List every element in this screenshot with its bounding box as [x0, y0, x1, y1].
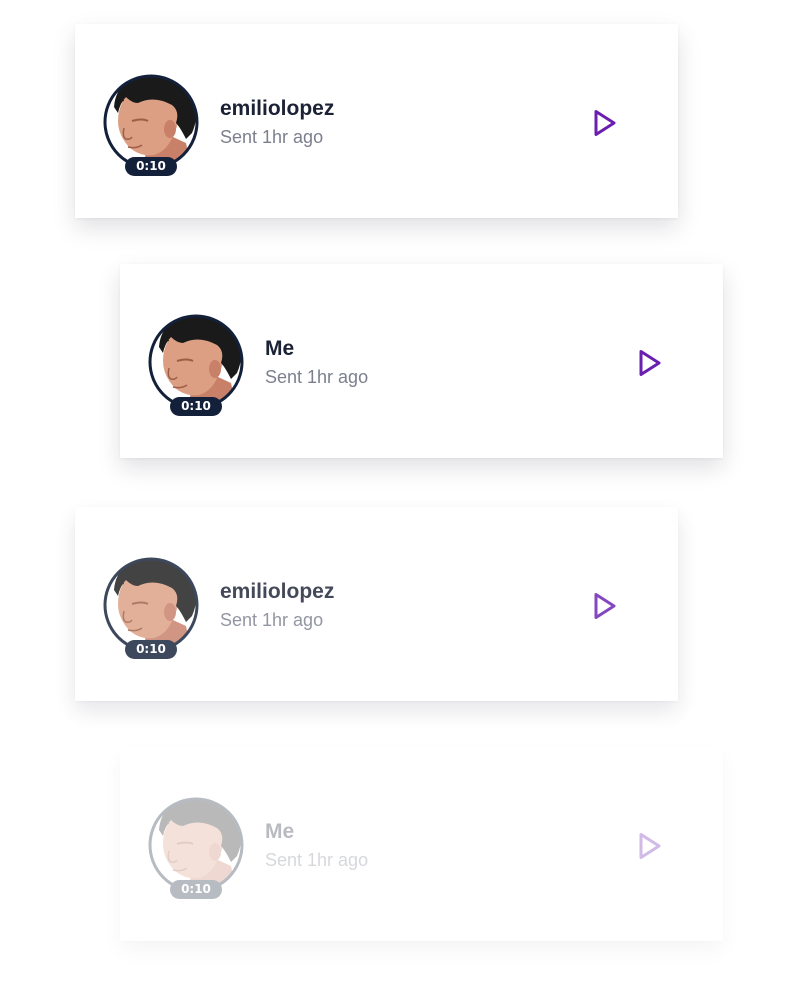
avatar-container: 0:10	[147, 796, 245, 902]
sent-time: Sent 1hr ago	[265, 367, 369, 387]
sender-name: Me	[265, 820, 295, 843]
play-button[interactable]	[590, 590, 620, 622]
sent-time: Sent 1hr ago	[220, 127, 324, 147]
duration-badge: 0:10	[170, 880, 222, 899]
sent-time: Sent 1hr ago	[220, 610, 324, 630]
sender-name: emiliolopez	[220, 580, 335, 603]
voice-message-card[interactable]: 0:10 emiliolopez Sent 1hr ago	[75, 24, 678, 218]
sent-time: Sent 1hr ago	[265, 850, 369, 870]
play-icon	[594, 593, 616, 619]
play-button[interactable]	[635, 347, 665, 379]
sender-name: Me	[265, 337, 295, 360]
voice-message-card[interactable]: 0:10 emiliolopez Sent 1hr ago	[75, 507, 678, 701]
voice-message-card[interactable]: 0:10 Me Sent 1hr ago	[120, 747, 723, 941]
play-button[interactable]	[635, 830, 665, 862]
duration-badge: 0:10	[125, 157, 177, 176]
play-icon	[639, 833, 661, 859]
play-icon	[639, 350, 661, 376]
sender-name: emiliolopez	[220, 97, 335, 120]
play-icon	[594, 110, 616, 136]
duration-badge: 0:10	[170, 397, 222, 416]
avatar-container: 0:10	[102, 73, 200, 179]
avatar-container: 0:10	[147, 313, 245, 419]
voice-message-card[interactable]: 0:10 Me Sent 1hr ago	[120, 264, 723, 458]
duration-badge: 0:10	[125, 640, 177, 659]
play-button[interactable]	[590, 107, 620, 139]
avatar-container: 0:10	[102, 556, 200, 662]
